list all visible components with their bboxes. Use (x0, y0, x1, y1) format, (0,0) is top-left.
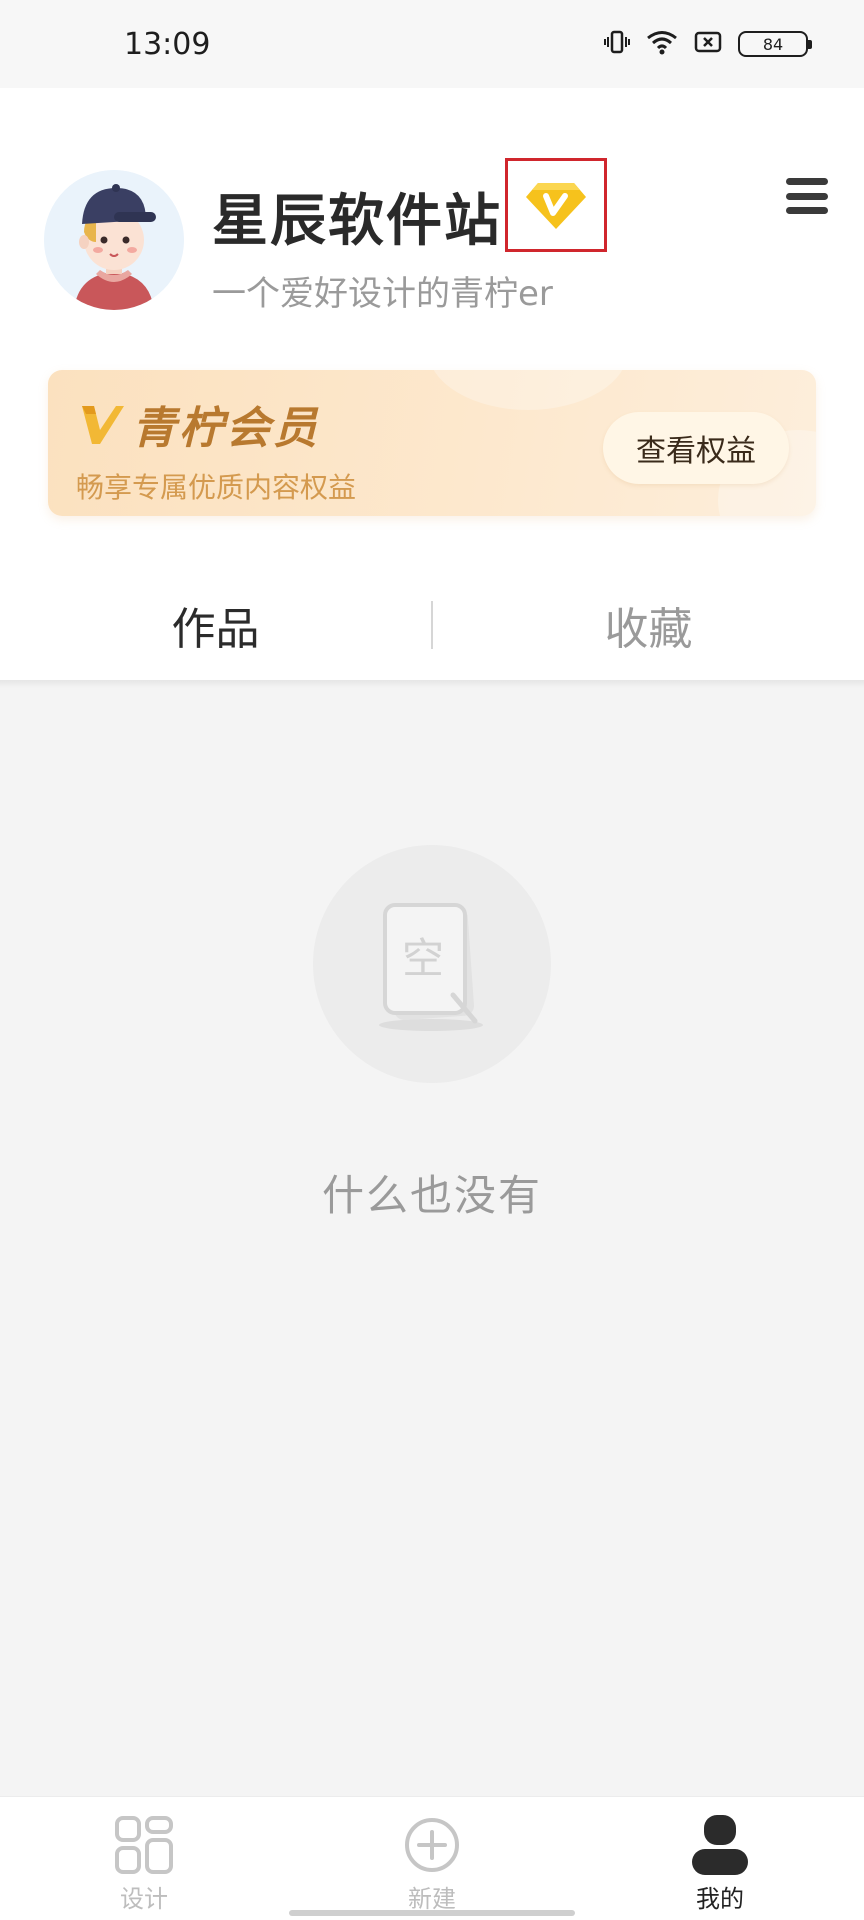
membership-banner[interactable]: 青柠会员 畅享专属优质内容权益 查看权益 (48, 370, 816, 516)
empty-state-message: 什么也没有 (321, 1171, 542, 1220)
home-indicator[interactable] (289, 1910, 575, 1916)
nav-item-mine[interactable]: 我的 (576, 1797, 864, 1920)
username: 星辰软件站 (212, 189, 502, 254)
profile-header: 星辰软件站 一个爱好设计的青柠er 青柠会员 畅享专属优质内容权益 查看权益 作… (0, 88, 864, 680)
tab-favorites[interactable]: 收藏 (433, 593, 864, 657)
avatar[interactable] (44, 170, 184, 310)
empty-document-icon: 空 (379, 903, 483, 1031)
status-bar: 13:09 84 (0, 0, 864, 88)
grid-design-icon (112, 1813, 176, 1877)
empty-icon-text: 空 (402, 934, 444, 983)
vip-badge[interactable] (505, 158, 607, 252)
vibrate-icon (604, 29, 630, 59)
battery-icon: 84 (738, 31, 812, 57)
hamburger-menu-icon[interactable] (786, 178, 828, 214)
profile-subtitle: 一个爱好设计的青柠er (212, 274, 553, 314)
nav-item-design[interactable]: 设计 (0, 1797, 288, 1920)
nav-item-new[interactable]: 新建 (288, 1797, 576, 1920)
content-tabs: 作品 收藏 (0, 570, 864, 680)
status-time: 13:09 (124, 26, 211, 62)
empty-state-illustration: 空 (313, 845, 551, 1083)
header-shadow (0, 680, 864, 688)
nav-label-mine: 我的 (696, 1885, 744, 1913)
view-benefits-button[interactable]: 查看权益 (603, 412, 789, 484)
membership-description: 畅享专属优质内容权益 (76, 471, 357, 504)
nav-label-design: 设计 (120, 1885, 168, 1913)
avatar-boy-icon (44, 170, 184, 310)
bottom-navigation: 设计 新建 我的 (0, 1796, 864, 1920)
vip-v-badge-icon (526, 183, 586, 229)
sim-icon (694, 30, 722, 58)
profile-person-icon (688, 1813, 752, 1877)
nav-label-new: 新建 (408, 1885, 456, 1913)
tab-works[interactable]: 作品 (0, 593, 431, 657)
plus-circle-icon (400, 1813, 464, 1877)
member-v-logo-icon (82, 406, 124, 444)
status-icons: 84 (604, 29, 812, 59)
wifi-icon (646, 29, 678, 59)
membership-title: 青柠会员 (78, 392, 320, 456)
